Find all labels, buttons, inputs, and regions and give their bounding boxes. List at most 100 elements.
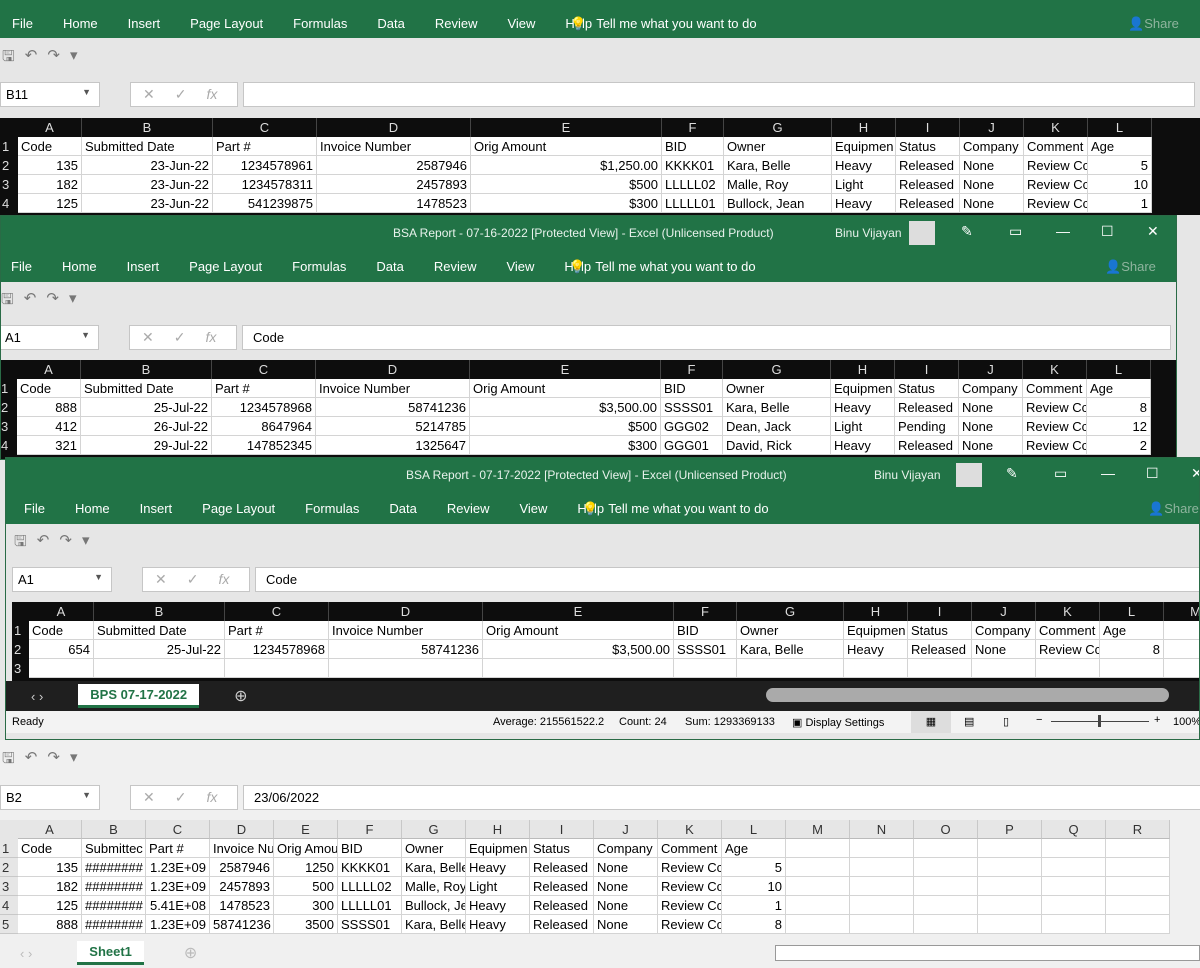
cell-E2[interactable]: $1,250.00 bbox=[471, 156, 662, 175]
ribbon-tab-insert[interactable]: Insert bbox=[127, 259, 160, 274]
cell-D2[interactable]: 2587946 bbox=[317, 156, 471, 175]
cell-E4[interactable]: $300 bbox=[471, 194, 662, 213]
spreadsheet-grid[interactable]: A B C D E F G H I J K L M 1 Code Submitted Date Part # In… bbox=[12, 602, 1199, 682]
cell-F3[interactable]: GGG02 bbox=[661, 417, 723, 436]
cell-F3[interactable] bbox=[674, 659, 737, 678]
cell-E5[interactable]: 3500 bbox=[274, 915, 338, 934]
cell-C2[interactable]: 1.23E+09 bbox=[146, 858, 210, 877]
cell-G3[interactable]: Dean, Jack bbox=[723, 417, 831, 436]
column-header-L[interactable]: L bbox=[1088, 118, 1152, 137]
cell-F1[interactable]: BID bbox=[661, 379, 723, 398]
cell-I2[interactable]: Released bbox=[908, 640, 972, 659]
row-header-2[interactable]: 2 bbox=[0, 156, 18, 175]
avatar[interactable] bbox=[956, 463, 982, 487]
ribbon-display-icon[interactable]: ▭ bbox=[1009, 223, 1022, 240]
column-header-H[interactable]: H bbox=[844, 602, 908, 621]
spreadsheet-grid[interactable]: A B C D E F G H I J K L M N O P Q R 1 Code Submittec Part # In… bbox=[0, 820, 1200, 938]
cell-L3[interactable]: 12 bbox=[1087, 417, 1151, 436]
column-header-G[interactable]: G bbox=[723, 360, 831, 379]
cell-B4[interactable]: 29-Jul-22 bbox=[81, 436, 212, 455]
column-header-F[interactable]: F bbox=[674, 602, 737, 621]
cell-H4[interactable]: Heavy bbox=[831, 436, 895, 455]
cancel-icon[interactable]: ✕ bbox=[142, 329, 154, 346]
cell-G1[interactable]: Owner bbox=[737, 621, 844, 640]
scroll-tabs-icon[interactable]: ‹ › bbox=[20, 946, 32, 961]
column-header-I[interactable]: I bbox=[530, 820, 594, 839]
cell-I1[interactable]: Status bbox=[895, 379, 959, 398]
spreadsheet-grid[interactable]: A B C D E F G H I J K L 1 Code Submitted Date Part # Inv… bbox=[0, 118, 1200, 215]
horizontal-scrollbar[interactable] bbox=[766, 688, 1169, 702]
ribbon-tab-review[interactable]: Review bbox=[435, 16, 478, 31]
close-icon[interactable]: ✕ bbox=[1147, 223, 1159, 240]
redo-icon[interactable]: ↷ bbox=[47, 46, 60, 71]
column-header-H[interactable]: H bbox=[466, 820, 530, 839]
column-header-J[interactable]: J bbox=[594, 820, 658, 839]
cell-H4[interactable]: Heavy bbox=[832, 194, 896, 213]
enter-icon[interactable]: ✓ bbox=[175, 86, 187, 103]
close-icon[interactable]: ✕ bbox=[1191, 465, 1199, 482]
undo-icon[interactable]: ↶ bbox=[37, 531, 50, 556]
cell-I2[interactable]: Released bbox=[895, 398, 959, 417]
minimize-icon[interactable]: — bbox=[1056, 223, 1070, 239]
share-button[interactable]: 👤 Share bbox=[1148, 501, 1199, 517]
cell-J4[interactable]: None bbox=[960, 194, 1024, 213]
redo-icon[interactable]: ↷ bbox=[47, 748, 60, 773]
cell-K3[interactable]: Review Cc bbox=[658, 877, 722, 896]
name-box[interactable]: B2 ▼ bbox=[0, 785, 100, 810]
cell-C3[interactable] bbox=[225, 659, 329, 678]
ribbon-tab-data[interactable]: Data bbox=[377, 16, 404, 31]
undo-icon[interactable]: ↶ bbox=[25, 748, 38, 773]
ribbon-tab-insert[interactable]: Insert bbox=[128, 16, 161, 31]
cell-C3[interactable]: 1234578311 bbox=[213, 175, 317, 194]
cell-H2[interactable]: Heavy bbox=[844, 640, 908, 659]
cell-K4[interactable]: Review Cc bbox=[1024, 194, 1088, 213]
cell-G1[interactable]: Owner bbox=[724, 137, 832, 156]
cell-D1[interactable]: Invoice Number bbox=[329, 621, 483, 640]
row-header-1[interactable]: 1 bbox=[1, 379, 17, 398]
cell-E3[interactable]: 500 bbox=[274, 877, 338, 896]
column-header-I[interactable]: I bbox=[895, 360, 959, 379]
ribbon-tab-review[interactable]: Review bbox=[434, 259, 477, 274]
cell-L4[interactable]: 1 bbox=[1088, 194, 1152, 213]
cell-J4[interactable]: None bbox=[594, 896, 658, 915]
cell-J2[interactable]: None bbox=[960, 156, 1024, 175]
cell-L5[interactable]: 8 bbox=[722, 915, 786, 934]
display-settings-button[interactable]: ▣ Display Settings bbox=[792, 716, 884, 729]
cell-F4[interactable]: LLLLL01 bbox=[662, 194, 724, 213]
customize-icon[interactable]: ▾ bbox=[82, 531, 90, 556]
column-header-G[interactable]: G bbox=[737, 602, 844, 621]
ribbon-tab-insert[interactable]: Insert bbox=[140, 501, 173, 516]
column-header-J[interactable]: J bbox=[960, 118, 1024, 137]
cell-F1[interactable]: BID bbox=[662, 137, 724, 156]
cell-L2[interactable]: 8 bbox=[1087, 398, 1151, 417]
sheet-tab[interactable]: Sheet1 bbox=[77, 941, 144, 965]
customize-icon[interactable]: ▾ bbox=[70, 748, 78, 773]
cell-F2[interactable]: KKKK01 bbox=[338, 858, 402, 877]
ribbon-tab-view[interactable]: View bbox=[519, 501, 547, 516]
column-header-R[interactable]: R bbox=[1106, 820, 1170, 839]
row-header-5[interactable]: 5 bbox=[0, 915, 18, 934]
column-header-E[interactable]: E bbox=[483, 602, 674, 621]
cell-K4[interactable]: Review Cc bbox=[1023, 436, 1087, 455]
cell-D1[interactable]: Invoice Number bbox=[317, 137, 471, 156]
cell-D2[interactable]: 2587946 bbox=[210, 858, 274, 877]
select-all-corner[interactable] bbox=[12, 602, 29, 621]
cell-J2[interactable]: None bbox=[972, 640, 1036, 659]
cell-M1[interactable] bbox=[786, 839, 850, 858]
cell-C1[interactable]: Part # bbox=[212, 379, 316, 398]
fx-icon[interactable]: fx bbox=[206, 86, 217, 103]
cell-I1[interactable]: Status bbox=[530, 839, 594, 858]
cell-C5[interactable]: 1.23E+09 bbox=[146, 915, 210, 934]
save-icon[interactable]: 🖫 bbox=[2, 46, 15, 71]
ribbon-tab-home[interactable]: Home bbox=[63, 16, 98, 31]
column-header-E[interactable]: E bbox=[471, 118, 662, 137]
ribbon-tab-review[interactable]: Review bbox=[447, 501, 490, 516]
name-box[interactable]: B11 ▼ bbox=[0, 82, 100, 107]
status-average[interactable]: Average: 215561522.2 bbox=[493, 716, 604, 728]
name-box[interactable]: A1 ▼ bbox=[1, 325, 99, 350]
cell-D2[interactable]: 58741236 bbox=[316, 398, 470, 417]
cell-R3[interactable] bbox=[1106, 877, 1170, 896]
cell-D2[interactable]: 58741236 bbox=[329, 640, 483, 659]
cell-G1[interactable]: Owner bbox=[723, 379, 831, 398]
ribbon-tab-page-layout[interactable]: Page Layout bbox=[189, 259, 262, 274]
